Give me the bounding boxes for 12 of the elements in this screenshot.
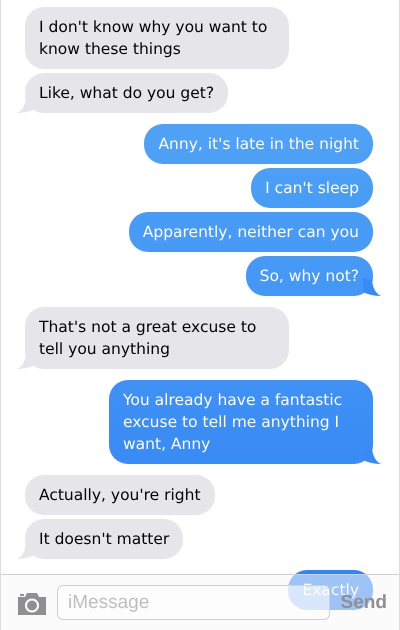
sent-message-bubble: You already have a fantastic excuse to tell me anything I want, Anny bbox=[109, 380, 373, 464]
received-message-bubble: It doesn't matter bbox=[25, 519, 184, 559]
received-message-bubble: Actually, you're right bbox=[25, 475, 215, 515]
received-message-bubble: Like, what do you get? bbox=[25, 73, 228, 113]
camera-icon[interactable] bbox=[16, 590, 48, 614]
sent-message-bubble: I can't sleep bbox=[251, 168, 373, 208]
sent-message-bubble: Anny, it's late in the night bbox=[144, 124, 373, 164]
sent-message-bubble: Apparently, neither can you bbox=[128, 212, 373, 252]
received-message-bubble: That's not a great excuse to tell you anything bbox=[25, 307, 289, 369]
sent-message-bubble: So, why not? bbox=[246, 256, 373, 296]
received-message-bubble: I don't know why you want to know these things bbox=[25, 7, 289, 69]
message-input[interactable]: iMessage bbox=[57, 585, 330, 620]
